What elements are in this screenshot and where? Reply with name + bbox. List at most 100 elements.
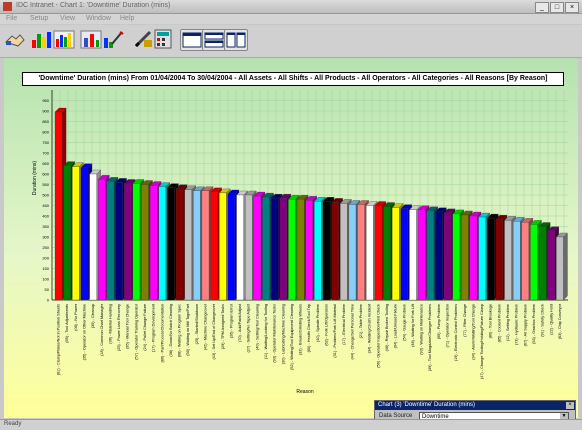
- x-tick-label: (34) - Welding/Crush Incident: [368, 303, 372, 353]
- bar: [227, 193, 236, 301]
- y-tick-label: 450: [42, 203, 49, 208]
- x-tick-label: (22) - Quality Hold: [549, 304, 553, 335]
- x-tick-label: (57) - Operator Training Operator: [134, 303, 138, 359]
- y-tick-label: 700: [42, 151, 49, 156]
- x-tick-label: (21) - Table Problem: [359, 304, 363, 338]
- x-tick-label: (43) - Set Up/End of Changeover: [212, 303, 216, 359]
- x-tick-label: (19) - Electronic Control Problems: [454, 304, 458, 361]
- x-tick-label: (59) - Waiting on Mill Tags/Part: [186, 303, 190, 356]
- x-tick-label: (94) - Load/Unload Fixture: [394, 304, 398, 348]
- bar: [409, 209, 417, 301]
- y-tick-label: 650: [42, 161, 49, 166]
- bar: [270, 197, 279, 301]
- bar: [521, 222, 530, 301]
- y-tick-label: 150: [42, 266, 49, 271]
- x-tick-label: (26) - Program Error: [229, 303, 233, 338]
- x-tick-label: (95) - Manual Tool Change: [126, 304, 130, 349]
- bar: [314, 201, 322, 301]
- x-tick-label: (25) - Started/Shutdown: [195, 304, 199, 344]
- bar: [106, 181, 115, 301]
- bar: [538, 226, 547, 301]
- x-tick-label: (86) - Part/Process/Documentation: [160, 304, 164, 362]
- y-tick-label: 950: [42, 98, 49, 103]
- bar: [305, 200, 313, 301]
- x-tick-label: (93) - Operator Maintenance Tasks: [273, 304, 277, 363]
- chart-area: 0501001502002503003504004505005506006507…: [4, 58, 578, 418]
- y-tick-label: 900: [42, 109, 49, 114]
- bar: [219, 192, 227, 301]
- y-axis-label: Duration (mins): [32, 161, 38, 196]
- bar: [478, 216, 486, 301]
- y-tick-label: 600: [42, 172, 49, 177]
- x-tick-label: (40) - Spindle Problem: [316, 304, 320, 342]
- x-tick-label: (85) - Coolant Problem: [497, 304, 501, 342]
- x-axis-label: Reason: [296, 389, 313, 395]
- x-tick-label: (73) - Hydraulic Problem: [515, 304, 519, 345]
- bar: [417, 209, 426, 301]
- y-tick-label: 100: [42, 277, 49, 282]
- x-tick-label: (55) - Pump Problem: [437, 304, 441, 339]
- x-tick-label: (44) - Change/Set Personal Time: [350, 304, 354, 360]
- x-tick-label: (70) - Add/Paint/Adjust: [238, 303, 242, 342]
- y-tick-label: 800: [42, 130, 49, 135]
- bar: [245, 194, 253, 301]
- x-tick-label: (63) - Chip Conveyor: [558, 303, 562, 339]
- x-tick-label: (53) - Gearbox Problem: [532, 304, 536, 344]
- y-tick-label: 400: [42, 214, 49, 219]
- bar: [167, 187, 175, 301]
- x-tick-label: (11) - Waiting/Looking for Tooling: [264, 304, 268, 359]
- x-tick-label: (30) - Lubricating/Machine Cleaning: [281, 304, 285, 364]
- x-tick-label: (35) - Operator on Other Machine: [82, 304, 86, 360]
- x-tick-label: (91) - Safety Check: [541, 304, 545, 337]
- chart-selector-close-button[interactable]: ×: [566, 402, 574, 409]
- x-tick-label: (29) - TPM Assigned Tasks: [221, 304, 225, 349]
- y-tick-label: 500: [42, 193, 49, 198]
- bar: [54, 111, 63, 301]
- x-tick-label: (62) - Fork Lift/Operators: [325, 304, 329, 346]
- bar: [210, 191, 218, 301]
- y-tick-label: 550: [42, 182, 49, 187]
- x-tick-label: (52) - Waiting/Tool Equipment Cleaning: [290, 304, 294, 370]
- bar: [288, 199, 296, 301]
- x-tick-label: (25) - Power Loss Recovery: [117, 304, 121, 351]
- bar: [253, 195, 262, 301]
- y-tick-label: 250: [42, 245, 49, 250]
- bar: [426, 210, 434, 301]
- bar: [201, 190, 210, 301]
- bar: [175, 188, 184, 301]
- chart-title: 'Downtime' Duration (mins) From 01/04/20…: [22, 72, 564, 86]
- bar: [322, 201, 331, 301]
- bar: [184, 189, 192, 301]
- x-tick-label: (18) - Common Chart Manager: [100, 303, 104, 356]
- y-tick-label: 200: [42, 256, 49, 261]
- bar: [124, 183, 132, 301]
- x-tick-label: (34) - Alarm/Waiting/Tool Change: [471, 304, 475, 360]
- x-tick-label: (17) - Electrical Problem: [342, 304, 346, 345]
- x-tick-label: (56) - Operator Inspection/First Check: [376, 304, 380, 368]
- x-tick-label: (47) - Change Tooling/Holding/Fixture Cl…: [480, 304, 484, 379]
- x-tick-label: (48) - Waiting for Fork Lift: [411, 303, 415, 347]
- bar: [296, 199, 305, 301]
- bar: [469, 215, 478, 301]
- status-bar: Ready: [0, 419, 582, 430]
- status-text: Ready: [4, 421, 22, 427]
- y-tick-label: 350: [42, 224, 49, 229]
- bar: [141, 184, 149, 301]
- bar: [357, 204, 365, 301]
- bar: [193, 190, 201, 301]
- bar: [461, 214, 469, 301]
- x-tick-label: (39) - Tool Magazine/Changer Problems: [428, 304, 432, 371]
- bar: [504, 220, 512, 301]
- x-tick-label: (31) - Problem/Fork Lift Material: [333, 304, 337, 358]
- chart-selector-title: Chart (3) 'Downtime' Duration (mins): [375, 401, 575, 410]
- bar: [556, 236, 564, 301]
- x-tick-label: (42) - Machine Changeover: [203, 303, 207, 350]
- bar: [383, 206, 391, 301]
- bar: [443, 212, 452, 301]
- x-tick-label: (77) - Filter Change: [463, 304, 467, 337]
- x-tick-label: (65) - Tool Adjustments: [65, 304, 69, 343]
- y-tick-label: 50: [45, 287, 50, 292]
- x-tick-label: (27) - Setting/No Tape Adjust: [247, 303, 251, 352]
- bar: [374, 205, 383, 301]
- bar: [487, 217, 495, 301]
